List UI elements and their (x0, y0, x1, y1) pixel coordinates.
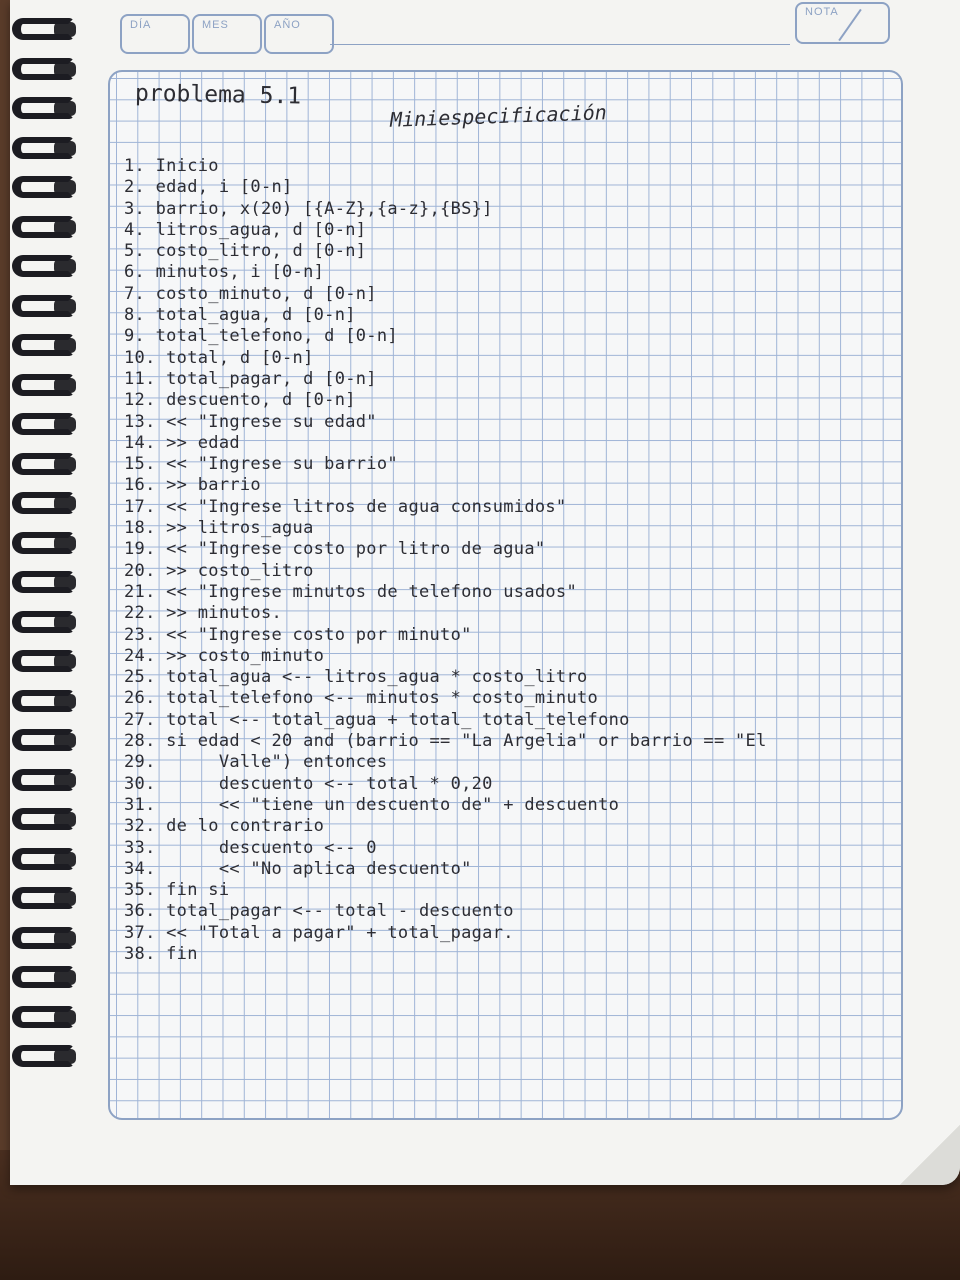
spiral-binding (0, 0, 95, 1130)
spiral-ring (12, 689, 74, 712)
pseudocode-line: 11. total_pagar, d [0-n] (124, 368, 377, 389)
spiral-ring (12, 492, 74, 514)
pseudocode-line: 18. >> litros_agua (124, 518, 314, 539)
pseudocode-line: 5. costo_litro, d [0-n] (124, 241, 367, 262)
spiral-ring (12, 1005, 74, 1028)
pseudocode-line: 7. costo_minuto, d [0-n] (124, 283, 377, 304)
pseudocode-line: 15. << "Ingrese su barrio" (124, 454, 398, 475)
pseudocode-line: 16. >> barrio (124, 475, 261, 496)
pseudocode-line: 37. << "Total a pagar" + total_pagar. (124, 922, 514, 943)
spiral-ring (12, 373, 74, 396)
spiral-ring (12, 531, 74, 554)
pseudocode-line: 24. >> costo_minuto (124, 645, 325, 666)
spiral-ring (12, 650, 74, 672)
pseudocode-line: 10. total, d [0-n] (124, 347, 314, 368)
grade-box: NOTA (795, 2, 890, 44)
pseudocode-line: 13. << "Ingrese su edad" (124, 411, 377, 432)
spiral-ring (12, 966, 74, 988)
year-box: AÑO (264, 14, 334, 54)
pseudocode-line: 31. << "tiene un descuento de" + descuen… (124, 794, 620, 815)
spiral-ring (12, 215, 74, 238)
spiral-ring (12, 729, 74, 751)
pseudocode-line: 26. total_telefono <-- minutos * costo_m… (124, 688, 599, 709)
spiral-ring (12, 808, 74, 830)
spiral-ring (12, 136, 74, 159)
grade-label: NOTA (805, 6, 839, 18)
pseudocode-list: 1. Inicio 2. edad, i [0-n] 3. barrio, x(… (124, 156, 767, 965)
day-box: DÍA (120, 14, 190, 54)
pseudocode-line: 23. << "Ingrese costo por minuto" (124, 624, 472, 645)
month-label: MES (202, 19, 229, 31)
header-underline (330, 44, 790, 45)
spiral-ring (12, 18, 74, 40)
pseudocode-line: 1. Inicio (124, 156, 219, 176)
pseudocode-line: 38. fin (124, 943, 198, 964)
pseudocode-line: 22. >> minutos. (124, 603, 283, 624)
spiral-ring (12, 97, 74, 119)
pseudocode-line: 14. >> edad (124, 432, 240, 453)
spiral-ring (12, 294, 74, 317)
pseudocode-line: 2. edad, i [0-n] (124, 177, 293, 198)
pseudocode-line: 30. descuento <-- total * 0,20 (124, 773, 493, 794)
pseudocode-line: 33. descuento <-- 0 (124, 837, 377, 858)
spiral-ring (12, 1045, 74, 1067)
spiral-ring (12, 887, 74, 909)
pseudocode-line: 36. total_pagar <-- total - descuento (124, 901, 514, 922)
pseudocode-line: 12. descuento, d [0-n] (124, 390, 356, 411)
spiral-ring (12, 847, 74, 870)
spiral-ring (12, 452, 74, 475)
pseudocode-line: 34. << "No aplica descuento" (124, 858, 472, 879)
spiral-ring (12, 571, 74, 593)
pseudocode-line: 35. fin si (124, 880, 230, 901)
day-label: DÍA (130, 19, 152, 31)
pseudocode-line: 20. >> costo_litro (124, 560, 314, 581)
spiral-ring (12, 57, 74, 80)
pseudocode-line: 3. barrio, x(20) [{A-Z},{a-z},{BS}] (124, 198, 493, 219)
pseudocode-line: 17. << "Ingrese litros de agua consumido… (124, 496, 567, 517)
spiral-ring (12, 926, 74, 949)
pseudocode-line: 27. total <-- total_agua + total_ total_… (124, 709, 630, 730)
pseudocode-line: 29. Valle") entonces (124, 752, 388, 773)
spiral-ring (12, 413, 74, 435)
pseudocode-line: 19. << "Ingrese costo por litro de agua" (124, 539, 546, 560)
pseudocode-line: 6. minutos, i [0-n] (124, 262, 325, 283)
pseudocode-line: 4. litros_agua, d [0-n] (124, 219, 367, 240)
spiral-ring (12, 255, 74, 277)
spiral-ring (12, 768, 74, 791)
pseudocode-line: 28. si edad < 20 and (barrio == "La Arge… (124, 731, 767, 752)
spiral-ring (12, 176, 74, 198)
pseudocode-line: 32. de lo contrario (124, 816, 325, 837)
year-label: AÑO (274, 19, 301, 31)
spiral-ring (12, 610, 74, 633)
pseudocode-line: 21. << "Ingrese minutos de telefono usad… (124, 581, 577, 602)
notebook-page: DÍA MES AÑO NOTA problema 5.1 Miniespeci… (10, 0, 960, 1185)
problem-title: problema 5.1 (134, 80, 302, 110)
pseudocode-line: 8. total_agua, d [0-n] (124, 305, 356, 326)
month-box: MES (192, 14, 262, 54)
spiral-ring (12, 334, 74, 356)
grade-slash-mark (838, 8, 862, 42)
pseudocode-line: 25. total_agua <-- litros_agua * costo_l… (124, 667, 588, 688)
pseudocode-line: 9. total_telefono, d [0-n] (124, 326, 398, 347)
